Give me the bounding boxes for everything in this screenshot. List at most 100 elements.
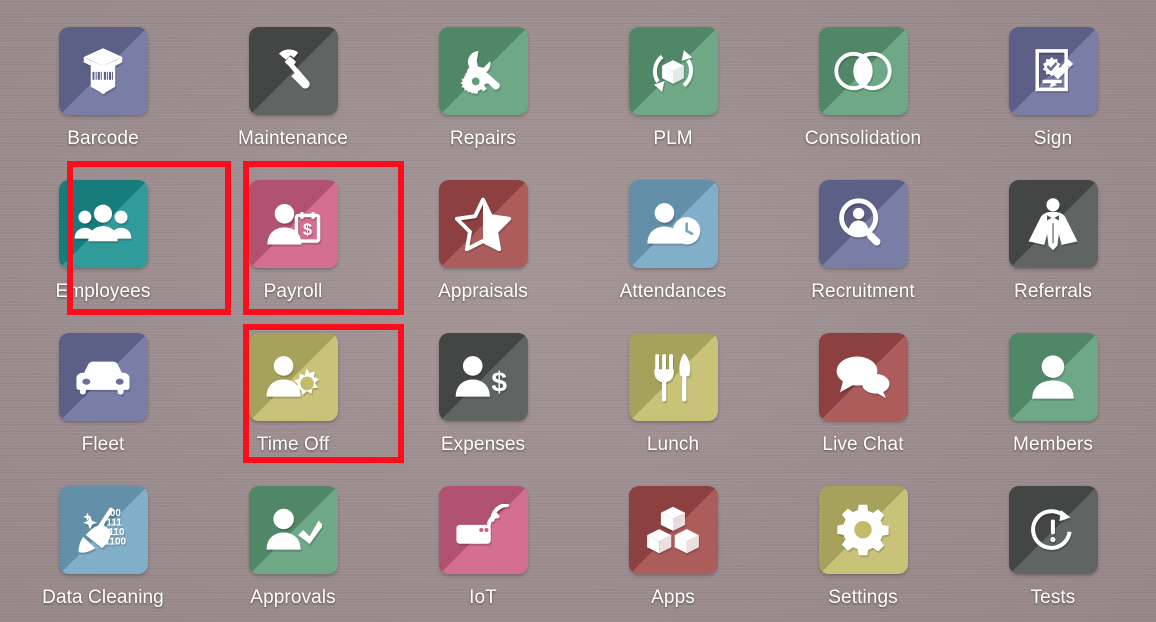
speech-bubbles-icon — [833, 354, 893, 400]
app-icon-tile[interactable] — [438, 486, 528, 574]
app-cell[interactable]: $ Expenses — [388, 318, 578, 471]
app-label: IoT — [469, 587, 497, 608]
car-icon — [73, 357, 133, 397]
app-label: Repairs — [449, 128, 517, 149]
half-star-icon — [455, 197, 511, 251]
svg-text:11100: 11100 — [100, 537, 127, 548]
app-label: Barcode — [67, 128, 139, 149]
app-label: Referrals — [1014, 281, 1092, 302]
superhero-cape-icon — [1026, 196, 1080, 252]
app-label: Apps — [651, 587, 695, 608]
wrench-gear-icon — [454, 42, 512, 100]
iot-box-signal-icon — [453, 504, 513, 556]
app-label: Expenses — [440, 434, 526, 455]
app-icon-tile[interactable] — [628, 27, 718, 115]
app-cell[interactable]: Fleet — [8, 318, 198, 471]
people-group-icon — [72, 203, 134, 245]
app-icon-tile[interactable] — [818, 333, 908, 421]
app-icon-tile[interactable] — [438, 180, 528, 268]
app-cell[interactable]: Consolidation — [768, 12, 958, 165]
app-icon-tile[interactable] — [1008, 27, 1098, 115]
app-label: Live Chat — [822, 434, 904, 455]
app-icon-tile[interactable] — [628, 486, 718, 574]
app-cell[interactable]: Sign — [958, 12, 1148, 165]
lifecycle-box-icon — [644, 42, 702, 100]
app-label: Consolidation — [804, 128, 922, 149]
app-cell[interactable]: 00 111 0110 11100 Data Cleaning — [8, 471, 198, 622]
app-cell[interactable]: Recruitment — [768, 165, 958, 318]
app-label: Appraisals — [438, 281, 528, 302]
app-label: Fleet — [81, 434, 125, 455]
app-cell[interactable]: PLM — [578, 12, 768, 165]
fork-knife-icon — [651, 350, 695, 404]
app-icon-tile[interactable] — [58, 27, 148, 115]
app-label: Lunch — [646, 434, 700, 455]
clock-exclamation-icon — [1026, 503, 1080, 557]
person-payslip-icon: $ — [264, 199, 322, 249]
app-icon-tile[interactable] — [1008, 333, 1098, 421]
app-cell[interactable]: Attendances — [578, 165, 768, 318]
app-label: Maintenance — [238, 128, 348, 149]
app-icon-tile[interactable] — [58, 180, 148, 268]
app-label: Employees — [55, 281, 151, 302]
barcode-box-icon — [75, 43, 131, 99]
app-label: Payroll — [263, 281, 323, 302]
app-cell[interactable]: Live Chat — [768, 318, 958, 471]
broom-binary-icon: 00 111 0110 11100 — [72, 502, 134, 558]
app-icon-tile[interactable] — [248, 333, 338, 421]
app-cell[interactable]: Barcode — [8, 12, 198, 165]
app-icon-tile[interactable] — [628, 333, 718, 421]
app-grid: Barcode Maintenance Repairs PLM Consolid… — [0, 0, 1156, 622]
hammer-screwdriver-icon — [265, 43, 321, 99]
app-label: Tests — [1030, 587, 1076, 608]
app-cell[interactable]: Time Off — [198, 318, 388, 471]
app-icon-tile[interactable] — [818, 486, 908, 574]
app-icon-tile[interactable] — [438, 27, 528, 115]
app-label: Time Off — [256, 434, 330, 455]
cubes-icon — [645, 505, 701, 555]
app-icon-tile[interactable] — [248, 27, 338, 115]
person-check-icon — [264, 507, 322, 553]
app-icon-tile[interactable] — [58, 333, 148, 421]
app-cell[interactable]: Apps — [578, 471, 768, 622]
gear-icon — [836, 503, 890, 557]
venn-circles-icon — [832, 48, 894, 94]
app-label: Settings — [828, 587, 898, 608]
app-icon-tile[interactable]: 00 111 0110 11100 — [58, 486, 148, 574]
app-label: PLM — [653, 128, 693, 149]
app-cell[interactable]: Members — [958, 318, 1148, 471]
app-label: Sign — [1033, 128, 1073, 149]
app-icon-tile[interactable] — [1008, 180, 1098, 268]
app-label: Data Cleaning — [42, 587, 164, 608]
person-dollar-icon: $ — [454, 353, 512, 401]
app-cell[interactable]: Repairs — [388, 12, 578, 165]
app-icon-tile[interactable]: $ — [438, 333, 528, 421]
app-label: Attendances — [619, 281, 727, 302]
app-cell[interactable]: Employees — [8, 165, 198, 318]
app-cell[interactable]: Approvals — [198, 471, 388, 622]
app-label: Members — [1013, 434, 1093, 455]
app-cell[interactable]: Settings — [768, 471, 958, 622]
app-icon-tile[interactable] — [818, 180, 908, 268]
person-sun-icon — [264, 352, 322, 402]
svg-text:$: $ — [303, 221, 312, 239]
app-cell[interactable]: $ Payroll — [198, 165, 388, 318]
app-cell[interactable]: Tests — [958, 471, 1148, 622]
person-bust-icon — [1027, 353, 1079, 401]
app-label: Approvals — [250, 587, 336, 608]
app-label: Recruitment — [811, 281, 915, 302]
person-clock-icon — [644, 199, 702, 249]
app-cell[interactable]: Appraisals — [388, 165, 578, 318]
app-cell[interactable]: Referrals — [958, 165, 1148, 318]
svg-text:$: $ — [491, 367, 507, 398]
app-icon-tile[interactable]: $ — [248, 180, 338, 268]
app-cell[interactable]: IoT — [388, 471, 578, 622]
app-cell[interactable]: Lunch — [578, 318, 768, 471]
app-icon-tile[interactable] — [248, 486, 338, 574]
person-magnifier-icon — [835, 196, 891, 252]
app-icon-tile[interactable] — [628, 180, 718, 268]
app-icon-tile[interactable] — [818, 27, 908, 115]
document-pen-icon — [1025, 43, 1081, 99]
app-icon-tile[interactable] — [1008, 486, 1098, 574]
app-cell[interactable]: Maintenance — [198, 12, 388, 165]
